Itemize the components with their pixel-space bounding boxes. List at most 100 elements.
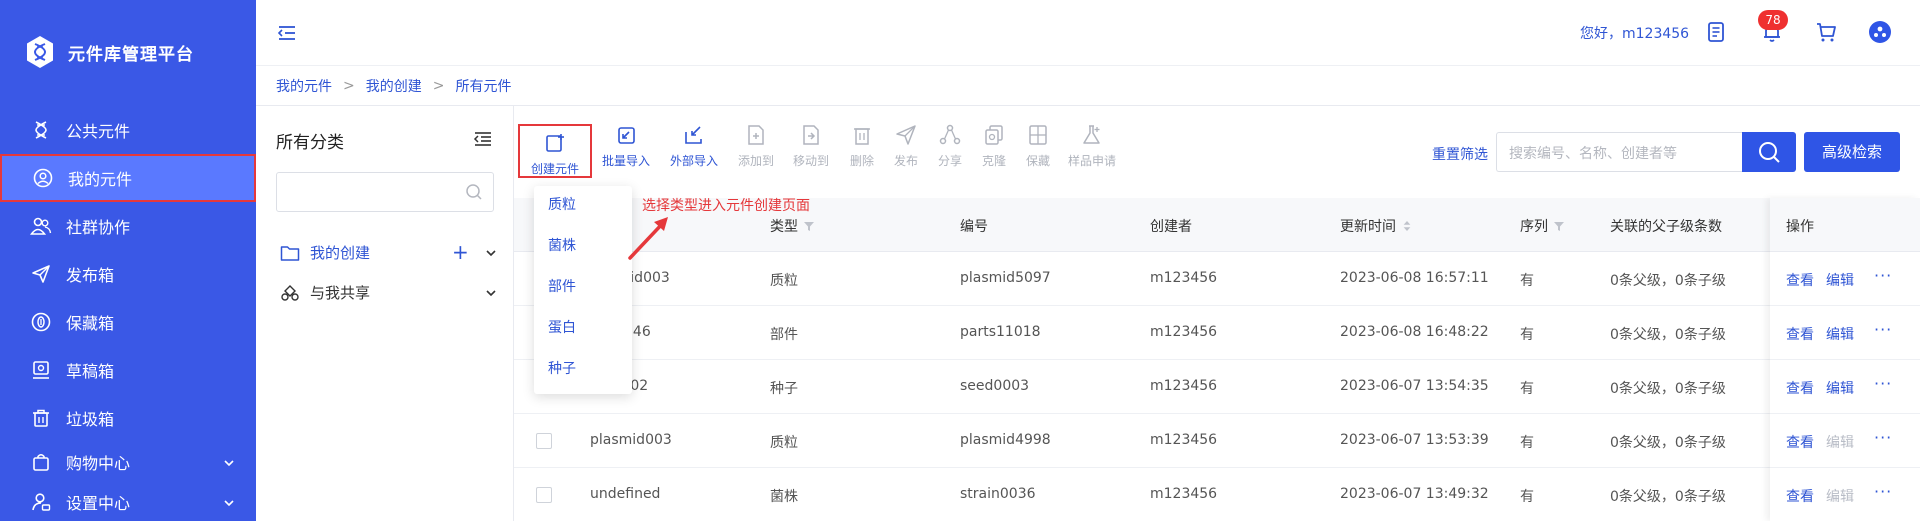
filter-icon[interactable]	[804, 221, 814, 231]
cell-code: plasmid5097	[960, 270, 1051, 286]
panel-collapse-icon[interactable]	[472, 128, 494, 150]
sample-request-icon	[1083, 125, 1100, 144]
cell-code: parts11018	[960, 324, 1041, 340]
app-root: 元件库管理平台 公共元件 我的元件 社群协作 发布箱 保藏箱 草稿箱 垃圾箱 购…	[0, 0, 1920, 521]
annotation-arrow-icon	[628, 217, 668, 260]
dropdown-item-plasmid[interactable]: 质粒	[548, 194, 576, 214]
cell-relations: 0条父级，0条子级	[1610, 381, 1726, 397]
toolbar: 创建元件 批量导入 外部导入 添加到 移动到 删除 发布 分享 克隆 保藏 样品…	[514, 106, 1920, 198]
cell-relations: 0条父级，0条子级	[1610, 327, 1726, 343]
create-button[interactable]: 创建元件	[518, 124, 592, 178]
view-link[interactable]: 查看	[1786, 270, 1814, 290]
chevron-down-icon[interactable]	[484, 246, 498, 260]
trash-icon	[30, 407, 52, 429]
more-icon[interactable]: ···	[1874, 482, 1892, 501]
vault-icon	[30, 311, 52, 333]
edit-link[interactable]: 编辑	[1826, 378, 1854, 398]
app-title: 元件库管理平台	[68, 44, 194, 65]
column-header-code: 编号	[960, 219, 988, 235]
column-header-type[interactable]: 类型	[770, 216, 814, 236]
tree-item-my-created[interactable]: 我的创建	[280, 242, 370, 263]
dropdown-item-strain[interactable]: 菌株	[548, 235, 576, 255]
search-button[interactable]	[1742, 132, 1796, 172]
cell-type: 菌株	[770, 489, 798, 505]
view-link[interactable]: 查看	[1786, 378, 1814, 398]
view-link[interactable]: 查看	[1786, 486, 1814, 506]
cell-creator: m123456	[1150, 270, 1218, 286]
sidebar-item-shop[interactable]: 购物中心	[0, 442, 256, 482]
table-row[interactable]: plasmid003 质粒 plasmid4998 m123456 2023-0…	[514, 414, 1920, 468]
more-icon[interactable]: ···	[1874, 266, 1892, 285]
more-icon[interactable]: ···	[1874, 428, 1892, 447]
breadcrumb-item[interactable]: 我的创建	[366, 76, 422, 96]
delete-icon	[854, 128, 870, 145]
search-input[interactable]: 搜索编号、名称、创建者等	[1496, 132, 1742, 172]
dropdown-item-seed[interactable]: 种子	[548, 358, 576, 378]
cell-creator: m123456	[1150, 378, 1218, 394]
sidebar-item-settings[interactable]: 设置中心	[0, 482, 256, 521]
add-category-icon[interactable]: +	[452, 240, 469, 264]
more-icon[interactable]: ···	[1874, 374, 1892, 393]
tree-item-shared[interactable]: 与我共享	[280, 282, 370, 303]
sidebar-item-mine[interactable]: 我的元件	[0, 154, 256, 202]
sidebar-item-label: 社群协作	[66, 218, 131, 237]
batch-import-button[interactable]: 批量导入	[596, 122, 656, 169]
store-button[interactable]: 保藏	[1008, 122, 1068, 169]
sample-request-button[interactable]: 样品申请	[1062, 122, 1122, 169]
operations-row: 查看 编辑 ···	[1770, 468, 1920, 521]
sidebar-item-vault[interactable]: 保藏箱	[0, 298, 256, 346]
add-to-button[interactable]: 添加到	[726, 122, 786, 169]
column-header-updated[interactable]: 更新时间	[1340, 216, 1412, 236]
logo[interactable]: 元件库管理平台	[24, 34, 194, 70]
reset-filter-link[interactable]: 重置筛选	[1432, 144, 1488, 164]
menu-collapse-icon[interactable]	[276, 22, 298, 44]
category-search-input[interactable]	[276, 172, 494, 212]
dropdown-item-protein[interactable]: 蛋白	[548, 317, 576, 337]
column-label: 更新时间	[1340, 219, 1396, 235]
breadcrumb-item[interactable]: 我的元件	[276, 76, 332, 96]
tool-label: 分享	[937, 154, 962, 168]
breadcrumb: 我的元件 > 我的创建 > 所有元件	[256, 66, 1920, 106]
users-icon	[30, 215, 52, 237]
edit-link-disabled: 编辑	[1826, 489, 1854, 505]
column-header-sequence[interactable]: 序列	[1520, 216, 1564, 236]
advanced-search-button[interactable]: 高级检索	[1804, 132, 1900, 172]
column-label: 类型	[770, 219, 798, 235]
row-checkbox[interactable]	[536, 433, 552, 449]
edit-link[interactable]: 编辑	[1826, 270, 1854, 290]
share-icon	[939, 124, 961, 145]
edit-link[interactable]: 编辑	[1826, 324, 1854, 344]
breadcrumb-separator: >	[343, 77, 355, 94]
sort-icon[interactable]	[1402, 221, 1412, 231]
avatar-icon[interactable]	[1868, 20, 1892, 44]
sidebar-item-community[interactable]: 社群协作	[0, 202, 256, 250]
filter-icon[interactable]	[1554, 221, 1564, 231]
view-link[interactable]: 查看	[1786, 432, 1814, 452]
cart-icon[interactable]	[1814, 20, 1838, 44]
view-link[interactable]: 查看	[1786, 324, 1814, 344]
tool-label: 创建元件	[530, 162, 579, 176]
chevron-down-icon[interactable]	[484, 286, 498, 300]
sidebar-item-label: 我的元件	[68, 170, 133, 189]
table-row[interactable]: seed002 种子 seed0003 m123456 2023-06-07 1…	[514, 360, 1920, 414]
row-checkbox[interactable]	[536, 487, 552, 503]
more-icon[interactable]: ···	[1874, 320, 1892, 339]
cell-updated: 2023-06-07 13:54:35	[1340, 378, 1489, 394]
user-greeting[interactable]: 您好，m123456	[1580, 23, 1689, 43]
table-row[interactable]: plasmid003 质粒 plasmid5097 m123456 2023-0…	[514, 252, 1920, 306]
document-icon[interactable]	[1704, 20, 1728, 44]
breadcrumb-item[interactable]: 所有元件	[455, 76, 511, 96]
sidebar-item-public[interactable]: 公共元件	[0, 106, 256, 154]
cell-name: undefined	[590, 486, 661, 502]
operations-header: 操作	[1770, 198, 1920, 252]
sidebar-item-trash[interactable]: 垃圾箱	[0, 394, 256, 442]
table-row[interactable]: undefined 菌株 strain0036 m123456 2023-06-…	[514, 468, 1920, 521]
sidebar-item-drafts[interactable]: 草稿箱	[0, 346, 256, 394]
dropdown-item-part[interactable]: 部件	[548, 276, 576, 296]
external-import-button[interactable]: 外部导入	[664, 122, 724, 169]
sidebar-item-outbox[interactable]: 发布箱	[0, 250, 256, 298]
store-icon	[1029, 125, 1047, 145]
column-header-relations: 关联的父子级条数	[1610, 219, 1722, 235]
table-row[interactable]: parts346 部件 parts11018 m123456 2023-06-0…	[514, 306, 1920, 360]
cell-name: plasmid003	[590, 432, 672, 448]
